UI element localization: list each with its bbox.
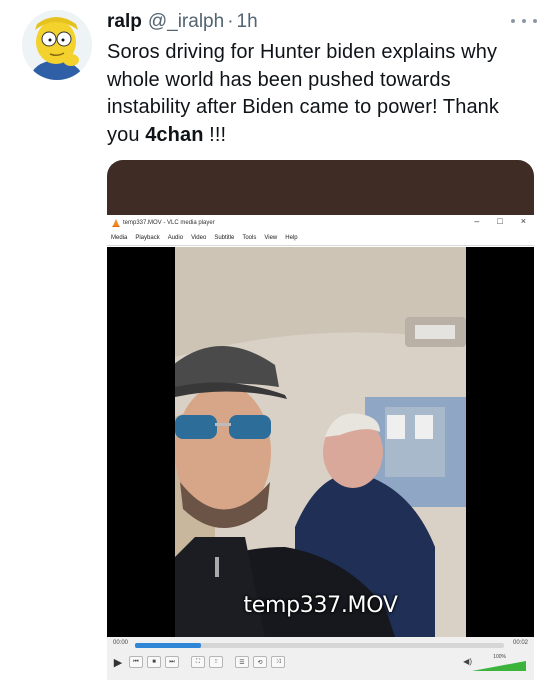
video-area[interactable]: temp337.MOV <box>107 247 534 637</box>
previous-icon[interactable]: ⏮ <box>129 656 143 668</box>
menu-view[interactable]: View <box>264 235 277 241</box>
vlc-titlebar: temp337.MOV - VLC media player – □ × <box>107 215 534 230</box>
tweet-media[interactable]: temp337.MOV - VLC media player – □ × Med… <box>107 160 534 680</box>
vlc-window: temp337.MOV - VLC media player – □ × Med… <box>107 215 534 680</box>
menu-help[interactable]: Help <box>285 235 297 241</box>
time-elapsed: 00:00 <box>113 640 129 646</box>
minimize-icon[interactable]: – <box>474 216 479 226</box>
vlc-menubar: Media Playback Audio Video Subtitle Tool… <box>107 230 534 246</box>
video-frame <box>175 247 466 637</box>
menu-playback[interactable]: Playback <box>135 235 159 241</box>
separator-dot: · <box>227 11 234 32</box>
tweet-timestamp[interactable]: 1h <box>237 11 258 33</box>
seek-bar[interactable] <box>135 643 504 648</box>
playlist-icon[interactable]: ☰ <box>235 656 249 668</box>
speaker-icon[interactable]: ◀) <box>463 657 472 666</box>
user-handle[interactable]: @_iralph <box>148 11 224 33</box>
next-icon[interactable]: ⏭ <box>165 656 179 668</box>
shuffle-icon[interactable]: ⤨ <box>271 656 285 668</box>
loop-icon[interactable]: ⟲ <box>253 656 267 668</box>
menu-audio[interactable]: Audio <box>168 235 183 241</box>
tweet: ralp @_iralph · 1h Soros driving for Hun… <box>0 0 557 680</box>
tweet-text-end: !!! <box>203 123 227 146</box>
tweet-header: ralp @_iralph · 1h <box>107 11 258 33</box>
play-icon[interactable]: ▶ <box>111 655 125 669</box>
volume-slider[interactable] <box>472 661 526 671</box>
vlc-controls: 00:00 00:02 ▶ ⏮ ■ ⏭ ⛶ ⫶⫶ ☰ ⟲ ⤨ ◀) 100% <box>107 637 534 680</box>
menu-video[interactable]: Video <box>191 235 206 241</box>
vlc-cone-icon <box>112 218 120 227</box>
menu-subtitle[interactable]: Subtitle <box>214 235 234 241</box>
fullscreen-icon[interactable]: ⛶ <box>191 656 205 668</box>
seek-bar-fill <box>135 643 202 648</box>
vlc-window-title: temp337.MOV - VLC media player <box>123 219 215 226</box>
control-buttons: ▶ ⏮ ■ ⏭ ⛶ ⫶⫶ ☰ ⟲ ⤨ <box>111 655 285 669</box>
close-icon[interactable]: × <box>521 216 526 226</box>
video-filename-overlay: temp337.MOV <box>243 593 398 618</box>
menu-media[interactable]: Media <box>111 235 127 241</box>
volume-label: 100% <box>493 654 506 660</box>
tweet-text: Soros driving for Hunter biden explains … <box>107 39 537 149</box>
stop-icon[interactable]: ■ <box>147 656 161 668</box>
window-controls: – □ × <box>474 216 526 226</box>
maximize-icon[interactable]: □ <box>497 216 502 226</box>
more-options-icon[interactable] <box>511 14 537 28</box>
avatar[interactable] <box>22 10 92 80</box>
display-name[interactable]: ralp <box>107 11 142 33</box>
menu-tools[interactable]: Tools <box>242 235 256 241</box>
tweet-text-bold: 4chan <box>145 123 204 146</box>
time-total: 00:02 <box>512 640 528 646</box>
extended-settings-icon[interactable]: ⫶⫶ <box>209 656 223 668</box>
